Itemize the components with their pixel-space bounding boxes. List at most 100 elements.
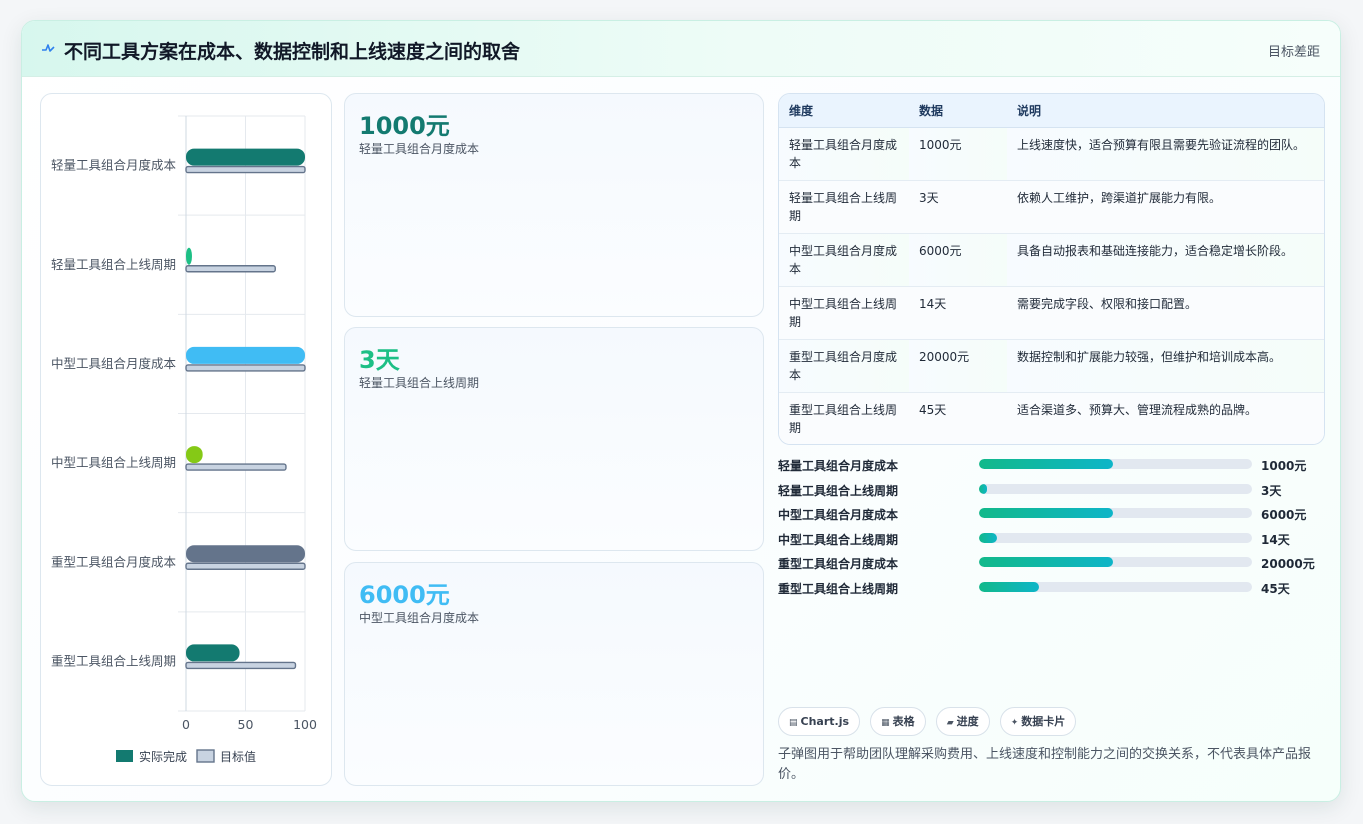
data-table: 维度 数据 说明 轻量工具组合月度成本 1000元 上线速度快，适合预算有限且需… — [779, 94, 1324, 444]
table-cell-data: 20000元 — [909, 339, 1007, 393]
progress-label: 重型工具组合上线周期 — [778, 581, 899, 596]
category-label: 重型工具组合上线周期 — [51, 653, 176, 668]
category-label: 重型工具组合月度成本 — [51, 554, 177, 569]
chip-table[interactable]: ▦ 表格 — [870, 707, 926, 736]
progress-row: 中型工具组合月度成本 6000元 — [778, 502, 1328, 527]
actual-bar — [186, 545, 305, 563]
chip-progress[interactable]: ▰ 进度 — [935, 707, 990, 736]
progress-fill — [979, 557, 1113, 568]
column-header-dimension: 维度 — [779, 94, 909, 128]
progress-row: 轻量工具组合上线周期 3天 — [778, 478, 1328, 503]
category-label: 中型工具组合上线周期 — [51, 455, 176, 470]
chart-icon: ▤ — [789, 718, 798, 728]
progress-fill — [979, 483, 988, 494]
legend-swatch-actual — [116, 750, 133, 762]
card-header: 不同工具方案在成本、数据控制和上线速度之间的取舍 目标差距 — [22, 21, 1340, 77]
progress-row: 轻量工具组合月度成本 1000元 — [778, 453, 1328, 478]
target-bar — [185, 165, 306, 174]
chip-label: 数据卡片 — [1021, 715, 1066, 728]
legend-label-target: 目标值 — [220, 749, 256, 764]
table-cell-data: 6000元 — [909, 233, 1007, 287]
table-cell-description: 适合渠道多、预算大、管理流程成熟的品牌。 — [1007, 392, 1324, 444]
category-label: 轻量工具组合上线周期 — [51, 257, 176, 272]
kpi-card: 6000元 中型工具组合月度成本 — [344, 562, 764, 786]
table-row: 重型工具组合上线周期 45天 适合渠道多、预算大、管理流程成熟的品牌。 — [779, 392, 1324, 444]
dashboard-card: 不同工具方案在成本、数据控制和上线速度之间的取舍 目标差距 轻量工具组合月度成本… — [21, 20, 1341, 802]
progress-icon: ▰ — [946, 718, 954, 728]
legend-label-actual: 实际完成 — [139, 749, 187, 764]
target-bar — [185, 562, 306, 570]
kpi-card: 1000元 轻量工具组合月度成本 — [344, 93, 764, 317]
progress-track — [979, 459, 1252, 469]
progress-value: 14天 — [1261, 532, 1290, 547]
progress-label: 轻量工具组合上线周期 — [778, 483, 899, 498]
progress-value: 6000元 — [1261, 508, 1307, 523]
target-bar — [185, 463, 287, 471]
chip-data-cards[interactable]: ✦ 数据卡片 — [999, 707, 1077, 736]
progress-list: 轻量工具组合月度成本 1000元 轻量工具组合上线周期 3天 中型工具组合月度成… — [778, 453, 1328, 601]
progress-fill — [979, 508, 1113, 519]
table-cell-data: 14天 — [909, 286, 1007, 340]
progress-label: 中型工具组合月度成本 — [778, 508, 899, 523]
data-table-panel: 维度 数据 说明 轻量工具组合月度成本 1000元 上线速度快，适合预算有限且需… — [778, 93, 1325, 445]
progress-row: 重型工具组合月度成本 20000元 — [778, 551, 1328, 576]
progress-fill — [979, 581, 1040, 592]
x-tick-label: 50 — [238, 717, 254, 732]
x-tick-label: 100 — [293, 717, 317, 732]
table-cell-description: 依赖人工维护，跨渠道扩展能力有限。 — [1007, 180, 1324, 234]
progress-value: 3天 — [1261, 483, 1282, 498]
kpi-label: 轻量工具组合月度成本 — [359, 142, 480, 156]
tech-chip-row: ▤ Chart.js ▦ 表格 ▰ 进度 ✦ 数据卡片 — [778, 707, 1081, 737]
table-cell-description: 具备自动报表和基础连接能力，适合稳定增长阶段。 — [1007, 233, 1324, 287]
progress-label: 重型工具组合月度成本 — [778, 557, 899, 572]
progress-value: 1000元 — [1261, 459, 1307, 473]
table-cell-dimension: 轻量工具组合月度成本 — [779, 127, 909, 181]
progress-fill — [979, 459, 1113, 469]
chip-label: 进度 — [956, 715, 979, 728]
progress-row: 中型工具组合上线周期 14天 — [778, 527, 1328, 552]
table-header-row: 维度 数据 说明 — [779, 94, 1324, 128]
progress-track — [979, 508, 1252, 519]
actual-bar — [186, 346, 305, 364]
table-icon: ▦ — [881, 718, 890, 728]
table-cell-data: 3天 — [909, 180, 1007, 234]
progress-track — [979, 557, 1252, 568]
pulse-icon — [42, 44, 55, 52]
actual-bar — [186, 446, 203, 464]
table-cell-dimension: 中型工具组合上线周期 — [779, 286, 909, 340]
table-cell-dimension: 重型工具组合月度成本 — [779, 339, 909, 393]
target-bar — [185, 661, 297, 670]
target-bar — [185, 364, 306, 372]
bullet-chart-panel: 轻量工具组合月度成本 轻量工具组合上线周期 中型工具组合月度成本 中型工具组合上线周期… — [40, 93, 332, 786]
table-row: 轻量工具组合上线周期 3天 依赖人工维护，跨渠道扩展能力有限。 — [779, 180, 1324, 234]
actual-bar — [186, 644, 240, 662]
page-title: 不同工具方案在成本、数据控制和上线速度之间的取舍 — [64, 41, 521, 63]
progress-value: 20000元 — [1261, 557, 1315, 572]
actual-bar — [186, 247, 192, 265]
kpi-card: 3天 轻量工具组合上线周期 — [344, 327, 764, 551]
table-cell-dimension: 中型工具组合月度成本 — [779, 233, 909, 287]
progress-track — [979, 581, 1252, 592]
table-row: 重型工具组合月度成本 20000元 数据控制和扩展能力较强，但维护和培训成本高。 — [779, 339, 1324, 393]
table-cell-description: 数据控制和扩展能力较强，但维护和培训成本高。 — [1007, 339, 1324, 393]
chart-footnote: 子弹图用于帮助团队理解采购费用、上线速度和控制能力之间的交换关系，不代表具体产品… — [778, 747, 1312, 782]
progress-value: 45天 — [1261, 581, 1290, 596]
table-row: 轻量工具组合月度成本 1000元 上线速度快，适合预算有限且需要先验证流程的团队… — [779, 127, 1324, 181]
table-cell-data: 45天 — [909, 392, 1007, 444]
table-cell-description: 需要完成字段、权限和接口配置。 — [1007, 286, 1324, 340]
chip-chartjs[interactable]: ▤ Chart.js — [778, 707, 861, 736]
sparkle-icon: ✦ — [1010, 718, 1019, 728]
table-cell-description: 上线速度快，适合预算有限且需要先验证流程的团队。 — [1007, 127, 1324, 181]
column-header-data: 数据 — [909, 94, 1007, 128]
category-label: 中型工具组合月度成本 — [51, 356, 177, 371]
kpi-value: 6000元 — [359, 581, 450, 609]
progress-row: 重型工具组合上线周期 45天 — [778, 576, 1328, 601]
target-gap-link[interactable]: 目标差距 — [1268, 41, 1320, 60]
progress-label: 中型工具组合上线周期 — [778, 532, 899, 547]
progress-label: 轻量工具组合月度成本 — [778, 459, 899, 473]
kpi-label: 轻量工具组合上线周期 — [359, 376, 480, 390]
table-cell-data: 1000元 — [909, 127, 1007, 181]
table-cell-dimension: 轻量工具组合上线周期 — [779, 180, 909, 234]
x-tick-label: 0 — [182, 717, 190, 732]
progress-track — [979, 483, 1252, 494]
